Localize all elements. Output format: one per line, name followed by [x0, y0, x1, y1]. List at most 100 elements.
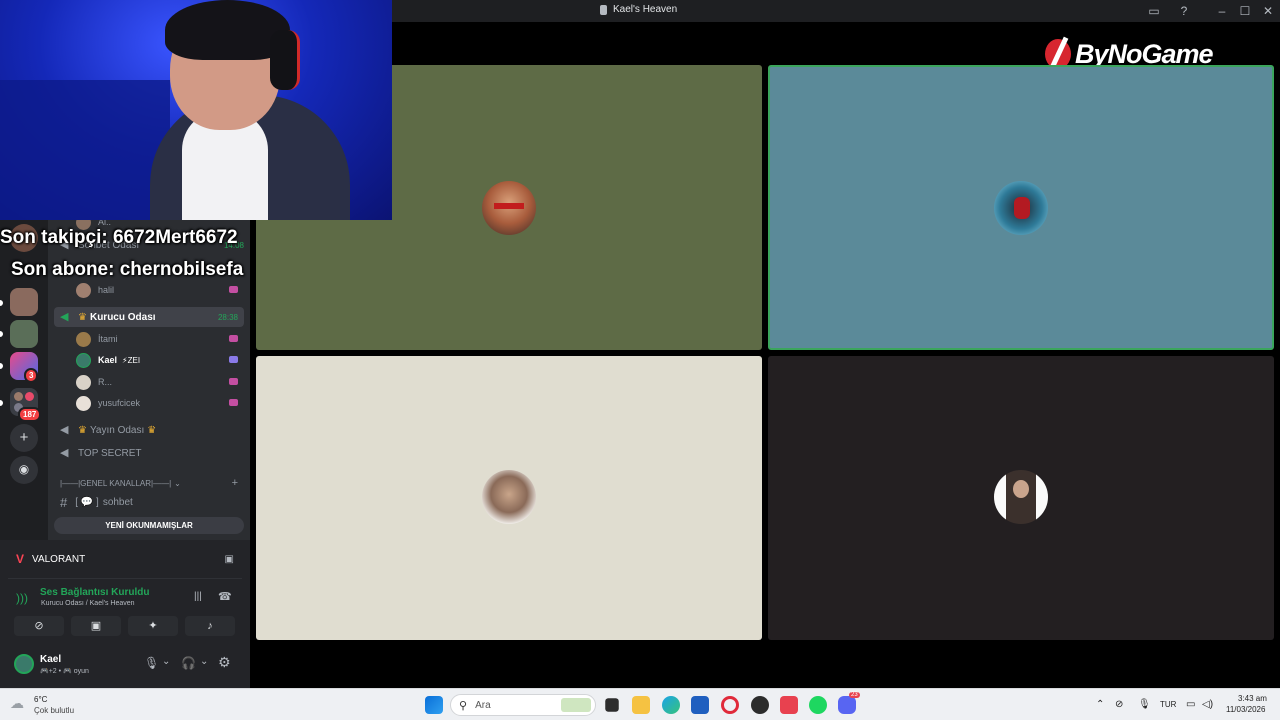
- spotify-icon[interactable]: [809, 696, 827, 714]
- screen: Kael's Heaven ▭ ? – ☐ ✕ ByNoGame 3 187 +…: [0, 0, 1280, 720]
- crown-icon: ♛: [78, 311, 87, 323]
- participant-avatar: [994, 470, 1048, 524]
- close-button[interactable]: ✕: [1260, 3, 1276, 19]
- controller-icon: [229, 399, 238, 406]
- help-icon[interactable]: ?: [1176, 3, 1192, 19]
- volume-icon[interactable]: ◁): [1202, 699, 1213, 710]
- soundboard-button[interactable]: ♪: [185, 616, 235, 636]
- add-channel-icon[interactable]: +: [232, 477, 238, 489]
- voice-user-name: yusufcicek: [98, 398, 141, 408]
- voice-location[interactable]: Kurucu Odası / Kael's Heaven: [41, 600, 135, 607]
- voice-user[interactable]: R...: [76, 372, 242, 392]
- unread-pill: [0, 300, 3, 306]
- opera-icon[interactable]: [721, 696, 739, 714]
- clock-date[interactable]: 11/03/2026: [1226, 705, 1265, 714]
- voice-user-name: R...: [98, 377, 113, 387]
- window-title: Kael's Heaven: [600, 4, 677, 15]
- participant-tile[interactable]: [768, 356, 1274, 640]
- eye-off-icon[interactable]: ⊘: [1115, 699, 1123, 710]
- voice-user-name: Kael: [98, 355, 118, 365]
- language-indicator[interactable]: TUR: [1160, 700, 1176, 709]
- voice-user[interactable]: yusufcicek: [76, 393, 242, 413]
- avatar: [14, 654, 34, 674]
- activities-button[interactable]: ✦: [128, 616, 178, 636]
- voice-channel-top-secret[interactable]: ◀ TOP SECRET: [54, 443, 244, 463]
- discord-badge: 23: [849, 692, 860, 698]
- mention-badge: 3: [24, 368, 39, 383]
- task-view-icon[interactable]: [605, 698, 619, 712]
- clock-time[interactable]: 3:43 am: [1238, 694, 1267, 703]
- edge-icon[interactable]: [662, 696, 680, 714]
- avatar: [76, 374, 91, 390]
- search-placeholder: Ara: [475, 699, 491, 711]
- connection-icon: ))): [16, 591, 28, 605]
- controller-icon: [229, 378, 238, 385]
- minimize-button[interactable]: –: [1214, 3, 1230, 19]
- crown-icon: ♛: [78, 424, 87, 436]
- search-icon: ⚲: [459, 699, 468, 712]
- maximize-button[interactable]: ☐: [1237, 3, 1253, 19]
- mention-badge: 187: [18, 407, 42, 422]
- discover-icon[interactable]: ◉: [10, 456, 38, 484]
- chevron-down-icon[interactable]: ⌄: [200, 656, 208, 667]
- server-icon[interactable]: [10, 320, 38, 348]
- voice-user[interactable]: İtami: [76, 329, 242, 349]
- voice-user[interactable]: Kael ⚡ZEI: [76, 350, 242, 370]
- channel-name: sohbet: [102, 496, 133, 508]
- app-icon[interactable]: [751, 696, 769, 714]
- unread-pill: [0, 363, 3, 369]
- start-button[interactable]: [425, 696, 443, 714]
- participant-avatar: [994, 181, 1048, 235]
- weather-widget[interactable]: ☁: [10, 695, 30, 713]
- headset-icon: [270, 30, 300, 90]
- avatar: [76, 395, 91, 411]
- controller-icon: [229, 335, 238, 342]
- network-icon[interactable]: ▭: [1186, 699, 1195, 710]
- new-unreads-button[interactable]: YENİ OKUNMAMIŞLAR: [54, 517, 244, 534]
- disconnect-icon[interactable]: ☎: [218, 590, 232, 603]
- microphone-icon[interactable]: 🎙: [144, 656, 159, 670]
- last-subscriber-overlay: Son abone: chernobilsefa: [11, 259, 244, 280]
- speaker-icon: ◀: [60, 311, 69, 323]
- taskbar-search[interactable]: ⚲ Ara: [450, 694, 596, 716]
- camera-off-button[interactable]: ⊘: [14, 616, 64, 636]
- chevron-down-icon: ⌄: [174, 478, 181, 488]
- window-title-text: Kael's Heaven: [613, 4, 678, 15]
- text-channel-sohbet[interactable]: # [ 💬 ] sohbet: [54, 492, 244, 512]
- settings-gear-icon[interactable]: ⚙: [218, 654, 231, 671]
- category-name: |——|GENEL KANALLAR|——|: [60, 478, 172, 488]
- noise-suppression-icon[interactable]: |||: [194, 591, 202, 602]
- chevron-down-icon[interactable]: ⌄: [162, 656, 170, 667]
- avatar: [76, 352, 91, 368]
- screen-share-icon[interactable]: ▣: [225, 554, 234, 565]
- share-screen-button[interactable]: ▣: [71, 616, 121, 636]
- inbox-icon[interactable]: ▭: [1146, 3, 1162, 19]
- user-status: 🎮+2 • 🎮 oyun: [40, 668, 89, 675]
- discord-icon[interactable]: [838, 696, 856, 714]
- file-explorer-icon[interactable]: [632, 696, 650, 714]
- participant-tile[interactable]: [256, 356, 762, 640]
- voice-status[interactable]: Ses Bağlantısı Kuruldu: [40, 587, 149, 598]
- store-icon[interactable]: [691, 696, 709, 714]
- voice-user[interactable]: halil: [76, 280, 242, 300]
- chevron-up-icon[interactable]: ⌃: [1096, 699, 1104, 710]
- server-icon[interactable]: [10, 288, 38, 316]
- add-server-icon[interactable]: +: [10, 424, 38, 452]
- activity-card[interactable]: V VALORANT ▣: [8, 544, 242, 574]
- channel-name: Kurucu Odası: [89, 311, 156, 323]
- headphones-icon[interactable]: 🎧: [181, 656, 196, 670]
- current-user[interactable]: Kael 🎮+2 • 🎮 oyun 🎙 ⌄ 🎧 ⌄ ⚙: [8, 648, 242, 682]
- background-bed: [0, 80, 170, 220]
- user-panel: V VALORANT ▣ ))) Ses Bağlantısı Kuruldu …: [0, 540, 250, 688]
- participant-tile-speaking[interactable]: [768, 65, 1274, 350]
- category-genel-kanallar[interactable]: |——|GENEL KANALLAR|——| ⌄ +: [54, 473, 244, 493]
- voice-channel-yayin-odasi[interactable]: ◀ ♛ Yayın Odası ♛: [54, 420, 244, 440]
- windows-taskbar: ☁ 6°C Çok bulutlu ⚲ Ara 23 ⌃ ⊘ 🎙 TUR ▭ ◁…: [0, 688, 1280, 720]
- microphone-icon[interactable]: 🎙: [1138, 699, 1151, 710]
- activity-name: VALORANT: [32, 553, 86, 565]
- search-highlight-icon: [561, 698, 591, 712]
- voice-channel-kurucu-odasi[interactable]: ◀ ♛ Kurucu Odası 28:38: [54, 307, 244, 327]
- avatar: [76, 282, 91, 298]
- valorant-icon: V: [16, 552, 25, 566]
- app-icon-active[interactable]: [780, 696, 798, 714]
